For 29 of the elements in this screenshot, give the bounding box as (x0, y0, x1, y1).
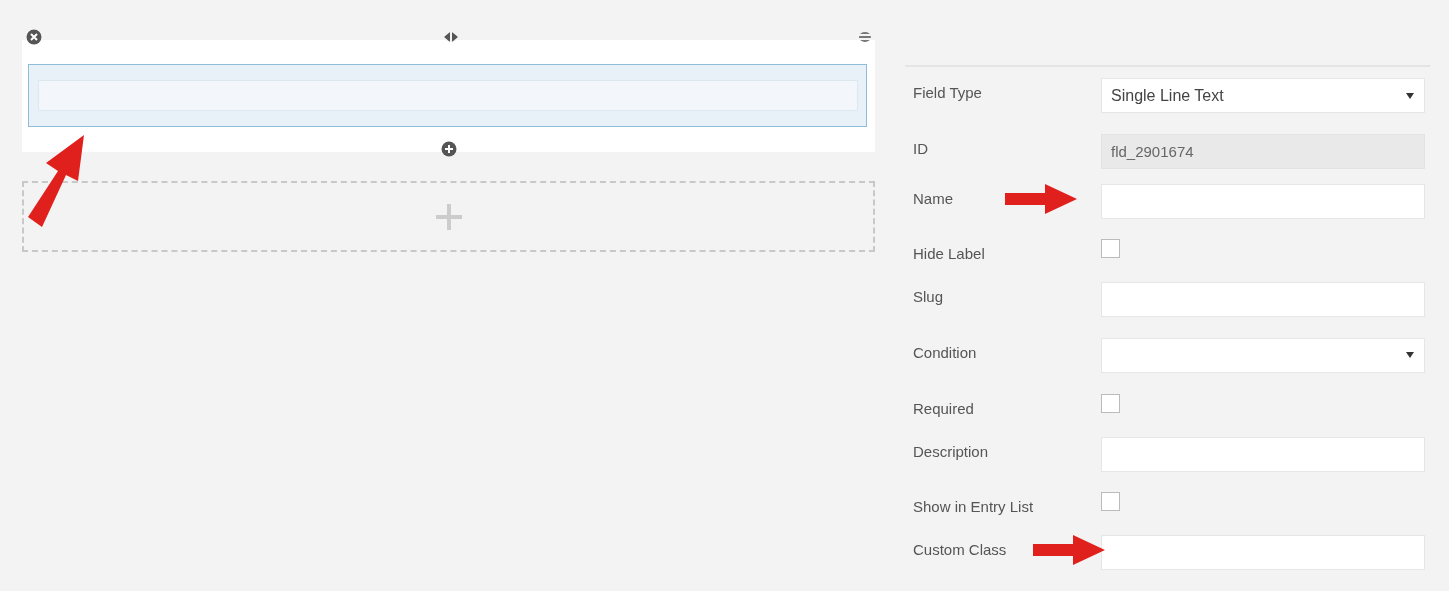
checkbox[interactable] (1101, 393, 1120, 413)
field-preview[interactable] (28, 64, 867, 127)
field-label: Field Type (913, 83, 983, 101)
id-field: fld_2901674 (1101, 133, 1425, 169)
input-field[interactable] (1101, 282, 1425, 318)
field-label: Description (913, 441, 990, 460)
field-label: Name (913, 188, 954, 207)
drop-zone[interactable] (22, 181, 875, 252)
menu-icon[interactable] (859, 32, 871, 42)
field-label: ID (913, 138, 929, 157)
field-label: Slug (913, 287, 945, 306)
checkbox[interactable] (1101, 492, 1120, 512)
input-field[interactable] (1101, 436, 1425, 472)
close-icon[interactable] (26, 29, 42, 45)
resize-icon[interactable] (443, 32, 458, 42)
field-label: Show in Entry List (913, 497, 1035, 516)
select-field[interactable] (1101, 338, 1425, 373)
caret-icon (1406, 352, 1414, 359)
select-field[interactable]: Single Line Text (1101, 78, 1425, 113)
input-field[interactable] (1101, 535, 1425, 571)
field-label: Hide Label (913, 244, 986, 263)
field-label: Required (913, 398, 975, 417)
field-label: Condition (913, 343, 978, 361)
input-field[interactable] (1101, 183, 1425, 219)
caret-icon (1406, 92, 1414, 99)
plus-icon (435, 203, 462, 230)
field-label: Custom Class (913, 540, 1008, 559)
checkbox[interactable] (1101, 239, 1120, 259)
add-icon[interactable] (440, 141, 457, 157)
